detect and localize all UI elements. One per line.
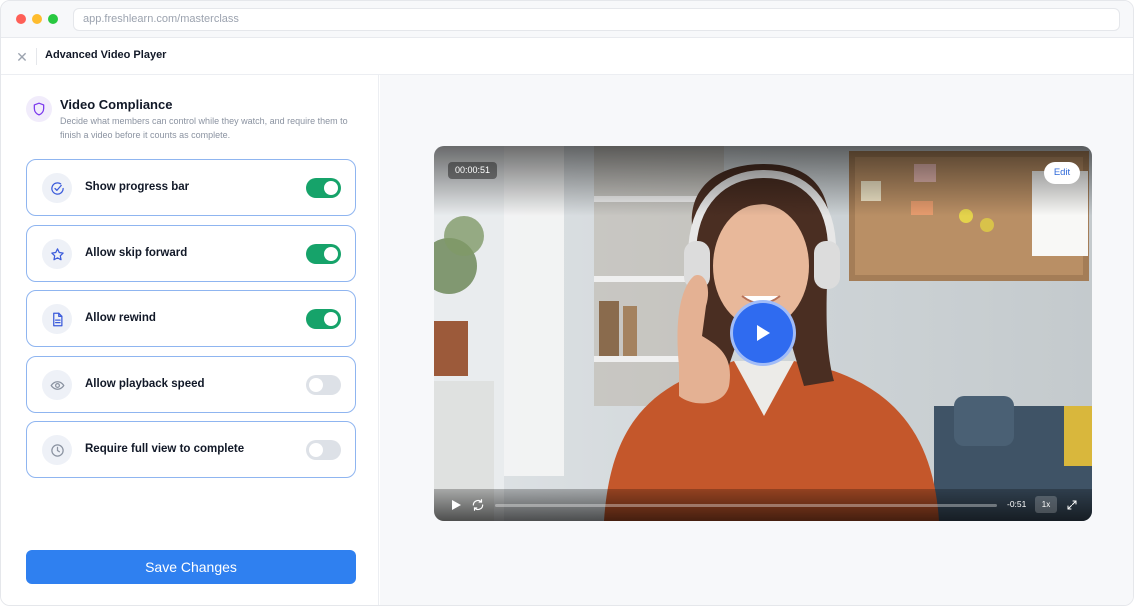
- allow-rewind-toggle[interactable]: [306, 309, 341, 329]
- setting-card-allow-rewind[interactable]: Allow rewind: [26, 290, 356, 347]
- progress-bar[interactable]: [495, 504, 997, 507]
- app-header: ✕ Advanced Video Player: [1, 38, 1133, 75]
- show-progress-bar-toggle[interactable]: [306, 178, 341, 198]
- settings-panel: Video Compliance Decide what members can…: [1, 75, 379, 605]
- allow-playback-speed-toggle[interactable]: [306, 375, 341, 395]
- play-small-icon[interactable]: [450, 499, 462, 511]
- section-title: Video Compliance: [60, 97, 173, 112]
- setting-label: Require full view to complete: [85, 443, 245, 455]
- star-icon: [42, 239, 72, 269]
- window-close-dot[interactable]: [16, 14, 26, 24]
- address-bar[interactable]: app.freshlearn.com/masterclass: [73, 8, 1120, 31]
- shield-icon: [26, 96, 52, 122]
- replay-icon[interactable]: [471, 498, 485, 512]
- eye-icon: [42, 370, 72, 400]
- setting-label: Allow playback speed: [85, 378, 205, 390]
- window-minimize-dot[interactable]: [32, 14, 42, 24]
- video-timestamp: 00:00:51: [448, 162, 498, 179]
- document-icon: [42, 304, 72, 334]
- time-remaining: -0:51: [1007, 499, 1027, 509]
- setting-card-require-full-view[interactable]: Require full view to complete: [26, 421, 356, 478]
- fullscreen-icon[interactable]: [1066, 499, 1078, 511]
- allow-skip-forward-toggle[interactable]: [306, 244, 341, 264]
- clock-icon: [42, 435, 72, 465]
- require-full-view-toggle[interactable]: [306, 440, 341, 460]
- close-icon[interactable]: ✕: [14, 49, 30, 65]
- video-controls: -0:51 1x: [434, 489, 1092, 521]
- browser-window: app.freshlearn.com/masterclass ✕ Advance…: [0, 0, 1134, 606]
- check-circle-icon: [42, 173, 72, 203]
- setting-card-allow-skip-forward[interactable]: Allow skip forward: [26, 225, 356, 282]
- edit-video-button[interactable]: Edit: [1044, 162, 1080, 184]
- play-button[interactable]: [730, 300, 796, 366]
- video-player[interactable]: 00:00:51 Edit -0:51 1x: [434, 146, 1092, 521]
- header-divider: [36, 48, 37, 65]
- section-description: Decide what members can control while th…: [60, 116, 348, 140]
- browser-chrome: app.freshlearn.com/masterclass: [1, 1, 1133, 38]
- playback-speed-button[interactable]: 1x: [1035, 496, 1057, 513]
- play-icon: [757, 325, 770, 341]
- window-maximize-dot[interactable]: [48, 14, 58, 24]
- setting-card-allow-playback-speed[interactable]: Allow playback speed: [26, 356, 356, 413]
- save-changes-button[interactable]: Save Changes: [26, 550, 356, 584]
- preview-panel: 00:00:51 Edit -0:51 1x: [380, 75, 1133, 605]
- setting-card-show-progress-bar[interactable]: Show progress bar: [26, 159, 356, 216]
- page-title: Advanced Video Player: [45, 49, 167, 61]
- setting-label: Show progress bar: [85, 181, 190, 193]
- setting-label: Allow rewind: [85, 312, 156, 324]
- setting-label: Allow skip forward: [85, 247, 188, 259]
